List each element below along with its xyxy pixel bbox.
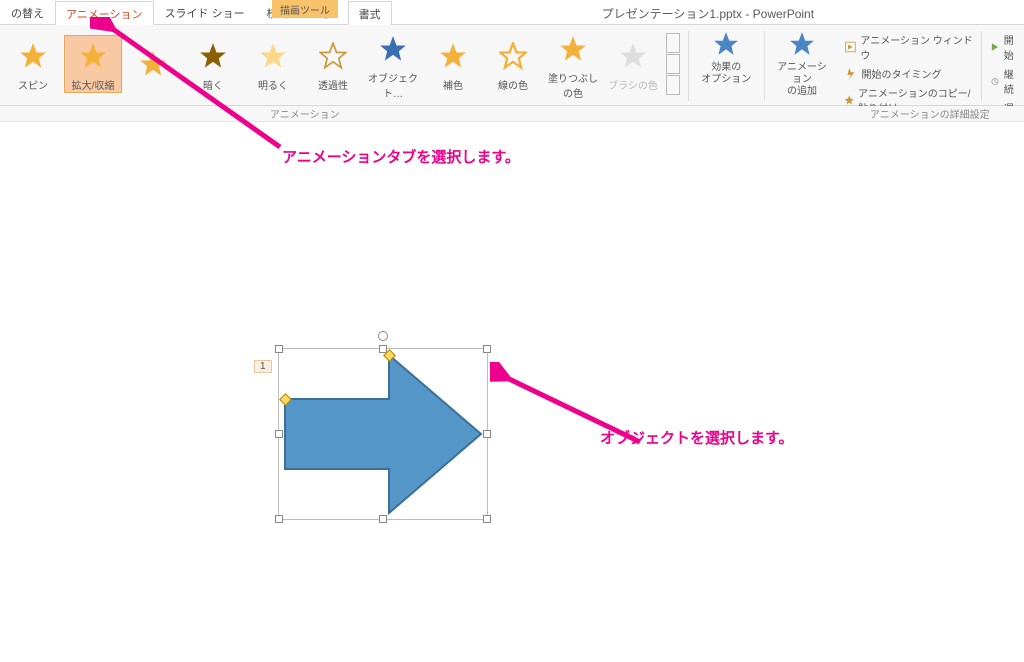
timing-list: 開始 継続 遅延 — [984, 27, 1024, 105]
effect-objectcolor[interactable]: オブジェクト… — [364, 29, 422, 100]
effect-darken[interactable]: 暗く — [184, 36, 242, 92]
tab-replace[interactable]: の替え — [0, 0, 55, 24]
resize-handle-ne[interactable] — [483, 345, 491, 353]
effect-options-button[interactable]: 効果の オプション — [691, 27, 762, 105]
annotation-text-object: オブジェクトを選択します。 — [600, 427, 794, 448]
ribbon-tabs: の替え アニメーション スライド ショー 校閲 表示 書式 プレゼンテーション1… — [0, 0, 1024, 25]
effect-spin[interactable]: スピン — [4, 36, 62, 92]
effect-brushcolor[interactable]: ブラシの色 — [604, 36, 662, 92]
gallery-scroll-down[interactable] — [666, 54, 680, 74]
add-animation-button[interactable]: アニメーション の追加 — [767, 27, 838, 105]
resize-handle-w[interactable] — [275, 430, 283, 438]
effect-growshrink[interactable]: 拡大/収縮 — [64, 35, 122, 93]
title-bar: プレゼンテーション1.pptx - PowerPoint — [392, 2, 1024, 24]
selected-shape[interactable] — [278, 348, 488, 520]
resize-handle-se[interactable] — [483, 515, 491, 523]
effect-lighten[interactable]: 明るく — [244, 36, 302, 92]
animation-gallery: スピン 拡大/収縮 暗く 明るく 透過性 オブジェクト… 補色 線の色 塗りつぶ… — [0, 27, 686, 101]
animation-order-tag[interactable]: 1 — [254, 360, 272, 373]
group-label-advanced: アニメーションの詳細設定 — [870, 106, 990, 121]
effect-3[interactable] — [124, 44, 182, 85]
tab-animations[interactable]: アニメーション — [55, 1, 154, 25]
group-label-animation: アニメーション — [270, 106, 340, 121]
effect-complementary[interactable]: 補色 — [424, 36, 482, 92]
advanced-animation-list: アニメーション ウィンドウ 開始のタイミング アニメーションのコピー/貼り付け — [838, 27, 980, 105]
ribbon: スピン 拡大/収縮 暗く 明るく 透過性 オブジェクト… 補色 線の色 塗りつぶ… — [0, 25, 1024, 106]
effect-linecolor[interactable]: 線の色 — [484, 36, 542, 92]
tab-slideshow[interactable]: スライド ショー — [154, 0, 256, 24]
tab-format[interactable]: 書式 — [348, 1, 392, 25]
trigger-button[interactable]: 開始のタイミング — [842, 65, 976, 82]
resize-handle-nw[interactable] — [275, 345, 283, 353]
arrow-right-shape — [279, 349, 487, 519]
resize-handle-s[interactable] — [379, 515, 387, 523]
animation-pane-button[interactable]: アニメーション ウィンドウ — [842, 31, 976, 63]
effect-fillcolor[interactable]: 塗りつぶしの色 — [544, 29, 602, 100]
gallery-expand[interactable] — [666, 75, 680, 95]
timing-start[interactable]: 開始 — [988, 31, 1020, 63]
effect-transparency[interactable]: 透過性 — [304, 36, 362, 92]
annotation-text-tab: アニメーションタブを選択します。 — [282, 146, 520, 167]
rotation-handle[interactable] — [378, 331, 388, 341]
gallery-scroll-up[interactable] — [666, 33, 680, 53]
resize-handle-sw[interactable] — [275, 515, 283, 523]
resize-handle-e[interactable] — [483, 430, 491, 438]
timing-duration[interactable]: 継続 — [988, 65, 1020, 97]
contextual-tool-header: 描画ツール — [272, 0, 338, 18]
slide-canvas[interactable]: アニメーションタブを選択します。 1 オブジェクトを選択します。 — [0, 122, 1024, 662]
